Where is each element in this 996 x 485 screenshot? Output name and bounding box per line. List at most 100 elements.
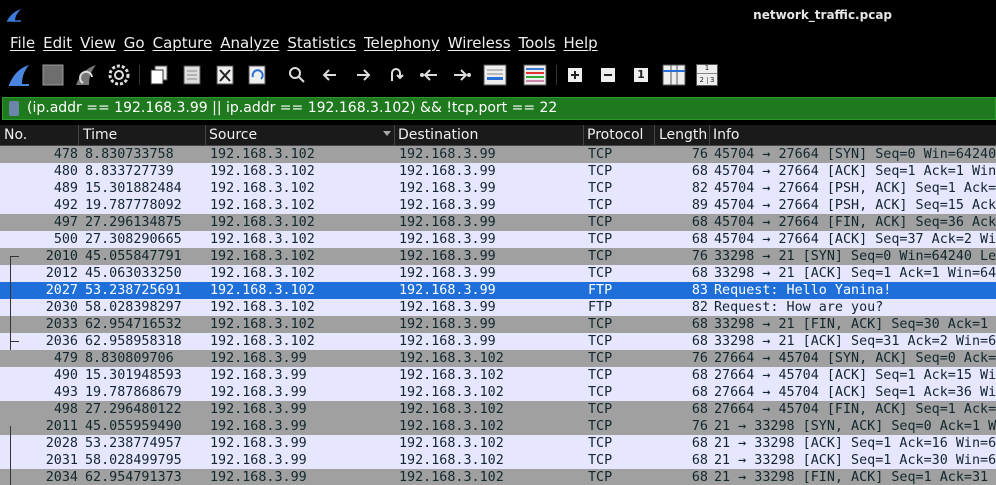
packet-protocol: TCP (588, 470, 613, 485)
menu-go[interactable]: Go (124, 34, 145, 52)
packet-row[interactable]: 480 8.833727739 192.168.3.102 192.168.3.99 T… (0, 163, 996, 180)
packet-row[interactable]: 2034 62.954791373 192.168.3.99 192.168.3.10… (0, 469, 996, 485)
filter-bookmark-icon[interactable] (9, 101, 19, 116)
packet-source: 192.168.3.102 (210, 283, 315, 298)
packet-length: 82 (691, 181, 708, 196)
packet-protocol: TCP (588, 317, 613, 332)
column-header-length[interactable]: Length (659, 127, 707, 145)
packet-length: 68 (691, 385, 708, 400)
menu-analyze[interactable]: Analyze (220, 34, 279, 52)
layout-label-3: 3 (710, 75, 715, 84)
layout-icon[interactable]: 1 2 3 (694, 62, 720, 88)
packet-row[interactable]: 493 19.787868679 192.168.3.99 192.168.3.102… (0, 384, 996, 401)
menu-telephony[interactable]: Telephony (364, 34, 440, 52)
go-back-icon[interactable] (317, 62, 343, 88)
packet-row[interactable]: 2030 58.028398297 192.168.3.102 192.168.3.9… (0, 299, 996, 316)
menu-wireless[interactable]: Wireless (448, 34, 511, 52)
packet-list[interactable]: 478 8.830733758 192.168.3.102 192.168.3.99 T… (0, 146, 996, 485)
packet-row[interactable]: 2011 45.055959490 192.168.3.99 192.168.3.10… (0, 418, 996, 435)
packet-length: 68 (691, 402, 708, 417)
column-separator[interactable] (709, 125, 710, 145)
save-file-icon[interactable] (179, 62, 205, 88)
column-separator[interactable] (583, 125, 584, 145)
packet-row[interactable]: 2012 45.063033250 192.168.3.102 192.168.3.9… (0, 265, 996, 282)
packet-protocol: TCP (588, 385, 613, 400)
menu-file[interactable]: File (10, 34, 35, 52)
go-to-packet-icon[interactable] (383, 62, 409, 88)
packet-row[interactable]: 2036 62.958958318 192.168.3.102 192.168.3.9… (0, 333, 996, 350)
packet-row[interactable]: 478 8.830733758 192.168.3.102 192.168.3.99 T… (0, 146, 996, 163)
packet-row[interactable]: 489 15.301882484 192.168.3.102 192.168.3.99… (0, 180, 996, 197)
packet-info: Request: Hello Yanina! (714, 283, 892, 298)
zoom-in-icon[interactable] (562, 62, 588, 88)
packet-row[interactable]: 2010 45.055847791 192.168.3.102 192.168.3.9… (0, 248, 996, 265)
packet-time: 62.958958318 (85, 334, 182, 349)
autoscroll-icon[interactable] (482, 62, 508, 88)
start-capture-icon[interactable] (6, 62, 32, 88)
go-forward-icon[interactable] (350, 62, 376, 88)
packet-destination: 192.168.3.99 (399, 317, 496, 332)
zoom-out-icon[interactable] (595, 62, 621, 88)
packet-row[interactable]: 498 27.296480122 192.168.3.99 192.168.3.102… (0, 401, 996, 418)
column-header-info[interactable]: Info (713, 127, 740, 145)
menu-view[interactable]: View (80, 34, 116, 52)
normal-size-icon[interactable]: 1 (628, 62, 654, 88)
column-separator[interactable] (654, 125, 655, 145)
go-last-icon[interactable] (449, 62, 475, 88)
packet-row[interactable]: 2033 62.954716532 192.168.3.102 192.168.3.9… (0, 316, 996, 333)
packet-time: 8.830733758 (85, 147, 174, 162)
packet-time: 45.055847791 (85, 249, 182, 264)
open-file-icon[interactable] (146, 62, 172, 88)
reload-file-icon[interactable] (245, 62, 271, 88)
packet-row[interactable]: 500 27.308290665 192.168.3.102 192.168.3.99… (0, 231, 996, 248)
column-header-destination[interactable]: Destination (398, 127, 478, 145)
capture-options-icon[interactable] (106, 62, 132, 88)
packet-destination: 192.168.3.102 (399, 351, 504, 366)
related-packet-line (10, 426, 11, 485)
column-header-source[interactable]: Source (209, 127, 257, 145)
restart-capture-icon[interactable] (73, 62, 99, 88)
packet-number: 2031 (45, 453, 78, 468)
packet-time: 62.954716532 (85, 317, 182, 332)
column-header-no[interactable]: No. (4, 127, 27, 145)
go-first-icon[interactable] (416, 62, 442, 88)
packet-length: 76 (691, 147, 708, 162)
packet-time: 8.833727739 (85, 164, 174, 179)
packet-info: 21 → 33298 [FIN, ACK] Seq=1 Ack=31 (714, 470, 989, 485)
packet-length: 68 (691, 232, 708, 247)
menu-help[interactable]: Help (563, 34, 597, 52)
packet-length: 82 (691, 300, 708, 315)
packet-row[interactable]: 490 15.301948593 192.168.3.99 192.168.3.102… (0, 367, 996, 384)
close-file-icon[interactable] (212, 62, 238, 88)
packet-row[interactable]: 497 27.296134875 192.168.3.102 192.168.3.99… (0, 214, 996, 231)
find-packet-icon[interactable] (284, 62, 310, 88)
menu-statistics[interactable]: Statistics (287, 34, 356, 52)
display-filter-input[interactable]: (ip.addr == 192.168.3.99 || ip.addr == 1… (27, 100, 557, 116)
packet-number: 489 (53, 181, 78, 196)
column-header-time[interactable]: Time (83, 127, 117, 145)
sort-descending-icon (383, 131, 391, 136)
packet-protocol: TCP (588, 402, 613, 417)
column-separator[interactable] (78, 125, 79, 145)
menu-tools[interactable]: Tools (519, 34, 556, 52)
column-header-protocol[interactable]: Protocol (587, 127, 643, 145)
column-separator[interactable] (205, 125, 206, 145)
packet-row[interactable]: 479 8.830809706 192.168.3.99 192.168.3.102 T… (0, 350, 996, 367)
packet-row-selected[interactable]: 2027 53.238725691 192.168.3.102 192.168.3.9… (0, 282, 996, 299)
menu-edit[interactable]: Edit (43, 34, 72, 52)
display-filter-bar[interactable]: (ip.addr == 192.168.3.99 || ip.addr == 1… (2, 97, 996, 120)
resize-columns-icon[interactable] (661, 62, 687, 88)
packet-destination: 192.168.3.99 (399, 266, 496, 281)
packet-destination: 192.168.3.102 (399, 385, 504, 400)
packet-number: 2030 (45, 300, 78, 315)
packet-row[interactable]: 492 19.787778092 192.168.3.102 192.168.3.99… (0, 197, 996, 214)
packet-row[interactable]: 2028 53.238774957 192.168.3.99 192.168.3.10… (0, 435, 996, 452)
packet-info: 33298 → 21 [SYN] Seq=0 Win=64240 Le (714, 249, 996, 264)
stop-capture-icon[interactable] (40, 62, 66, 88)
packet-source: 192.168.3.102 (210, 334, 315, 349)
colorize-icon[interactable] (522, 62, 548, 88)
column-separator[interactable] (394, 125, 395, 145)
packet-row[interactable]: 2031 58.028499795 192.168.3.99 192.168.3.10… (0, 452, 996, 469)
menu-capture[interactable]: Capture (153, 34, 213, 52)
normal-size-label: 1 (634, 68, 648, 82)
